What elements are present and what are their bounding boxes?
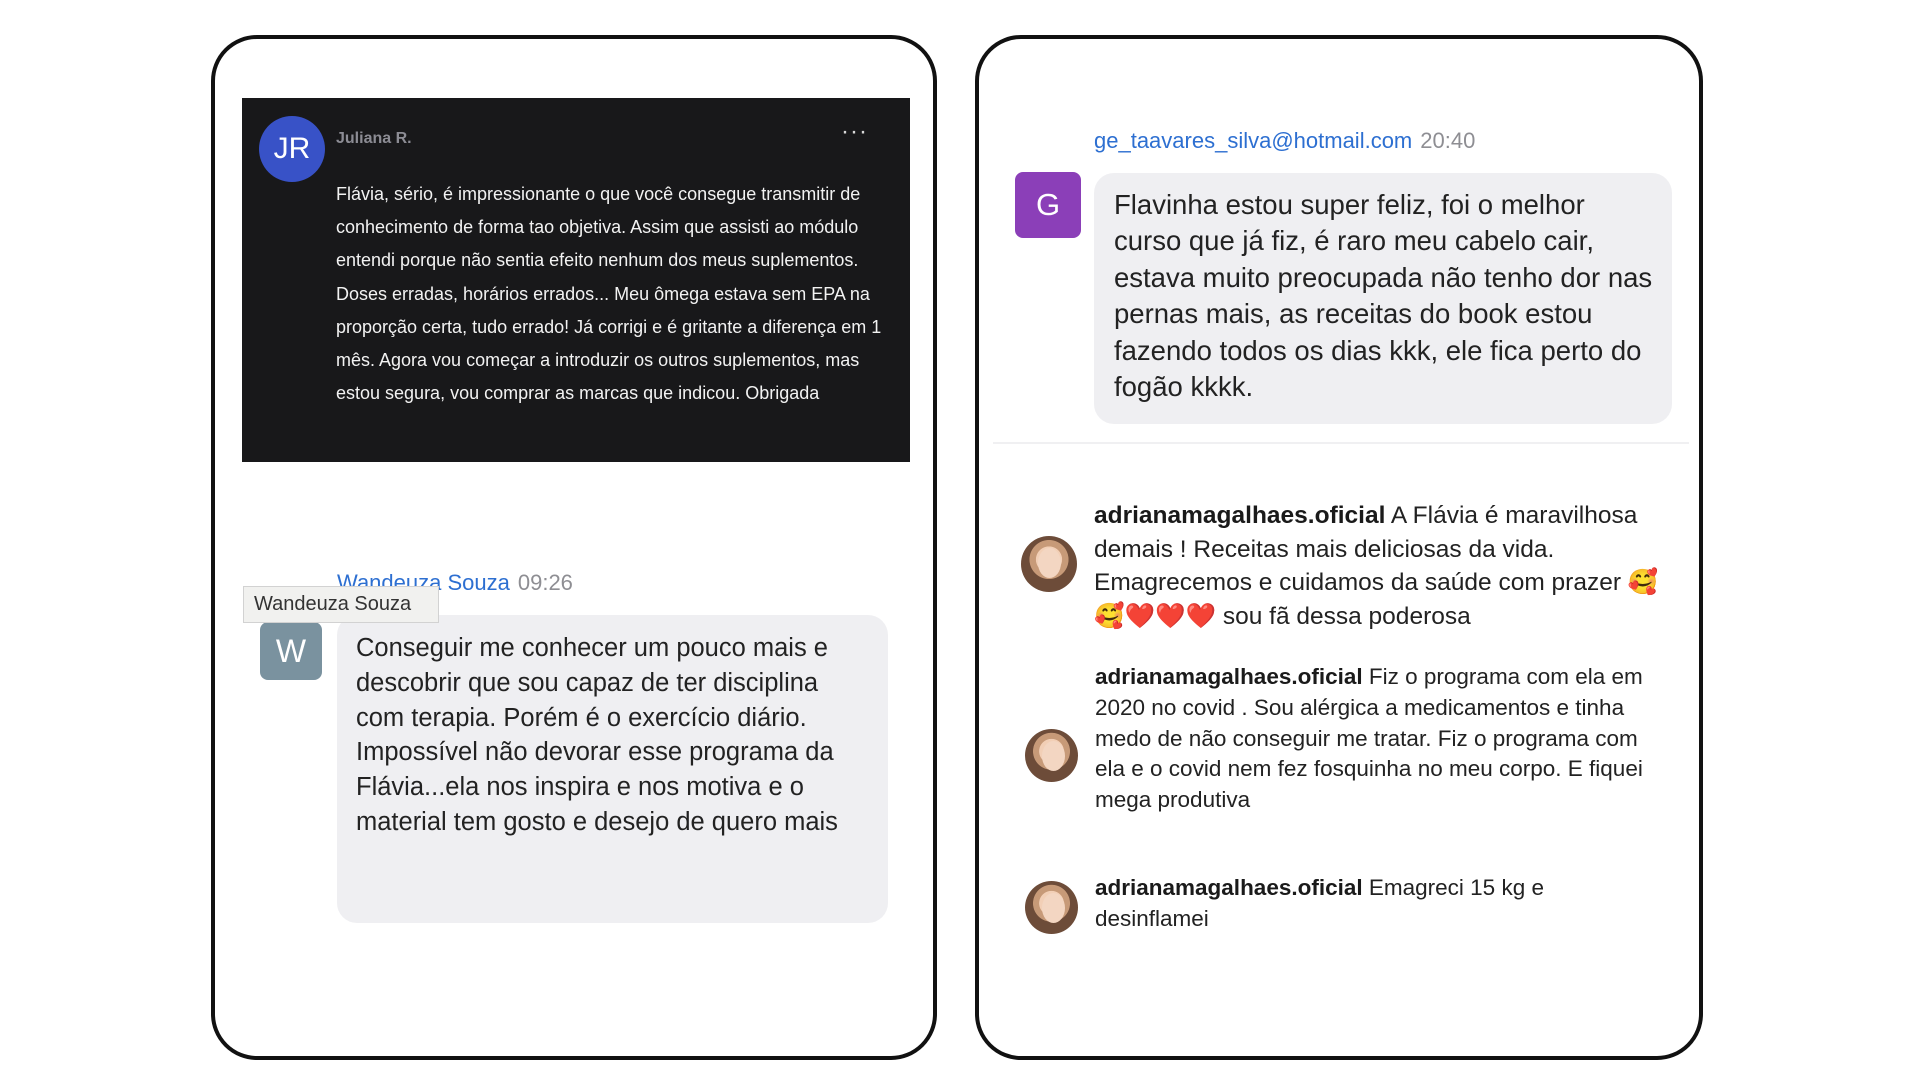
divider	[993, 442, 1689, 444]
instagram-comment: adrianamagalhaes.oficial A Flávia é mara…	[1094, 499, 1664, 633]
comment-author[interactable]: Juliana R.	[336, 130, 412, 148]
message-time: 09:26	[517, 570, 573, 595]
message-time: 20:40	[1420, 128, 1476, 153]
avatar[interactable]: G	[1015, 172, 1081, 238]
profile-avatar[interactable]	[1025, 729, 1078, 782]
profile-avatar[interactable]	[1025, 881, 1078, 934]
more-options-icon[interactable]: ···	[841, 118, 868, 146]
left-testimonial-card: JR Juliana R. ··· Flávia, sério, é impre…	[211, 35, 937, 1060]
comment-text: Flávia, sério, é impressionante o que vo…	[336, 184, 882, 404]
avatar[interactable]: JR	[259, 116, 325, 182]
chat-message-bubble: Conseguir me conhecer um pouco mais e de…	[337, 615, 888, 923]
instagram-comment: adrianamagalhaes.oficial Fiz o programa …	[1095, 662, 1655, 816]
comment-username[interactable]: adrianamagalhaes.oficial	[1095, 664, 1363, 689]
message-paragraph: Impossível não devorar esse programa da …	[356, 738, 838, 836]
profile-avatar[interactable]	[1021, 536, 1077, 592]
chat-message-bubble: Flavinha estou super feliz, foi o melhor…	[1094, 173, 1672, 424]
message-paragraph: Conseguir me conhecer um pouco mais e de…	[356, 634, 828, 732]
sender-email-link[interactable]: ge_taavares_silva@hotmail.com	[1094, 128, 1412, 153]
avatar[interactable]: W	[260, 622, 322, 680]
sender-name-tooltip: Wandeuza Souza	[243, 586, 439, 623]
comment-username[interactable]: adrianamagalhaes.oficial	[1095, 875, 1363, 900]
juliana-comment-card: JR Juliana R. ··· Flávia, sério, é impre…	[242, 98, 910, 462]
instagram-comment: adrianamagalhaes.oficial Emagreci 15 kg …	[1095, 873, 1655, 935]
right-testimonial-card: ge_taavares_silva@hotmail.com 20:40 G Fla…	[975, 35, 1703, 1060]
chat-sender-line: ge_taavares_silva@hotmail.com 20:40	[1094, 128, 1475, 154]
comment-username[interactable]: adrianamagalhaes.oficial	[1094, 502, 1385, 529]
